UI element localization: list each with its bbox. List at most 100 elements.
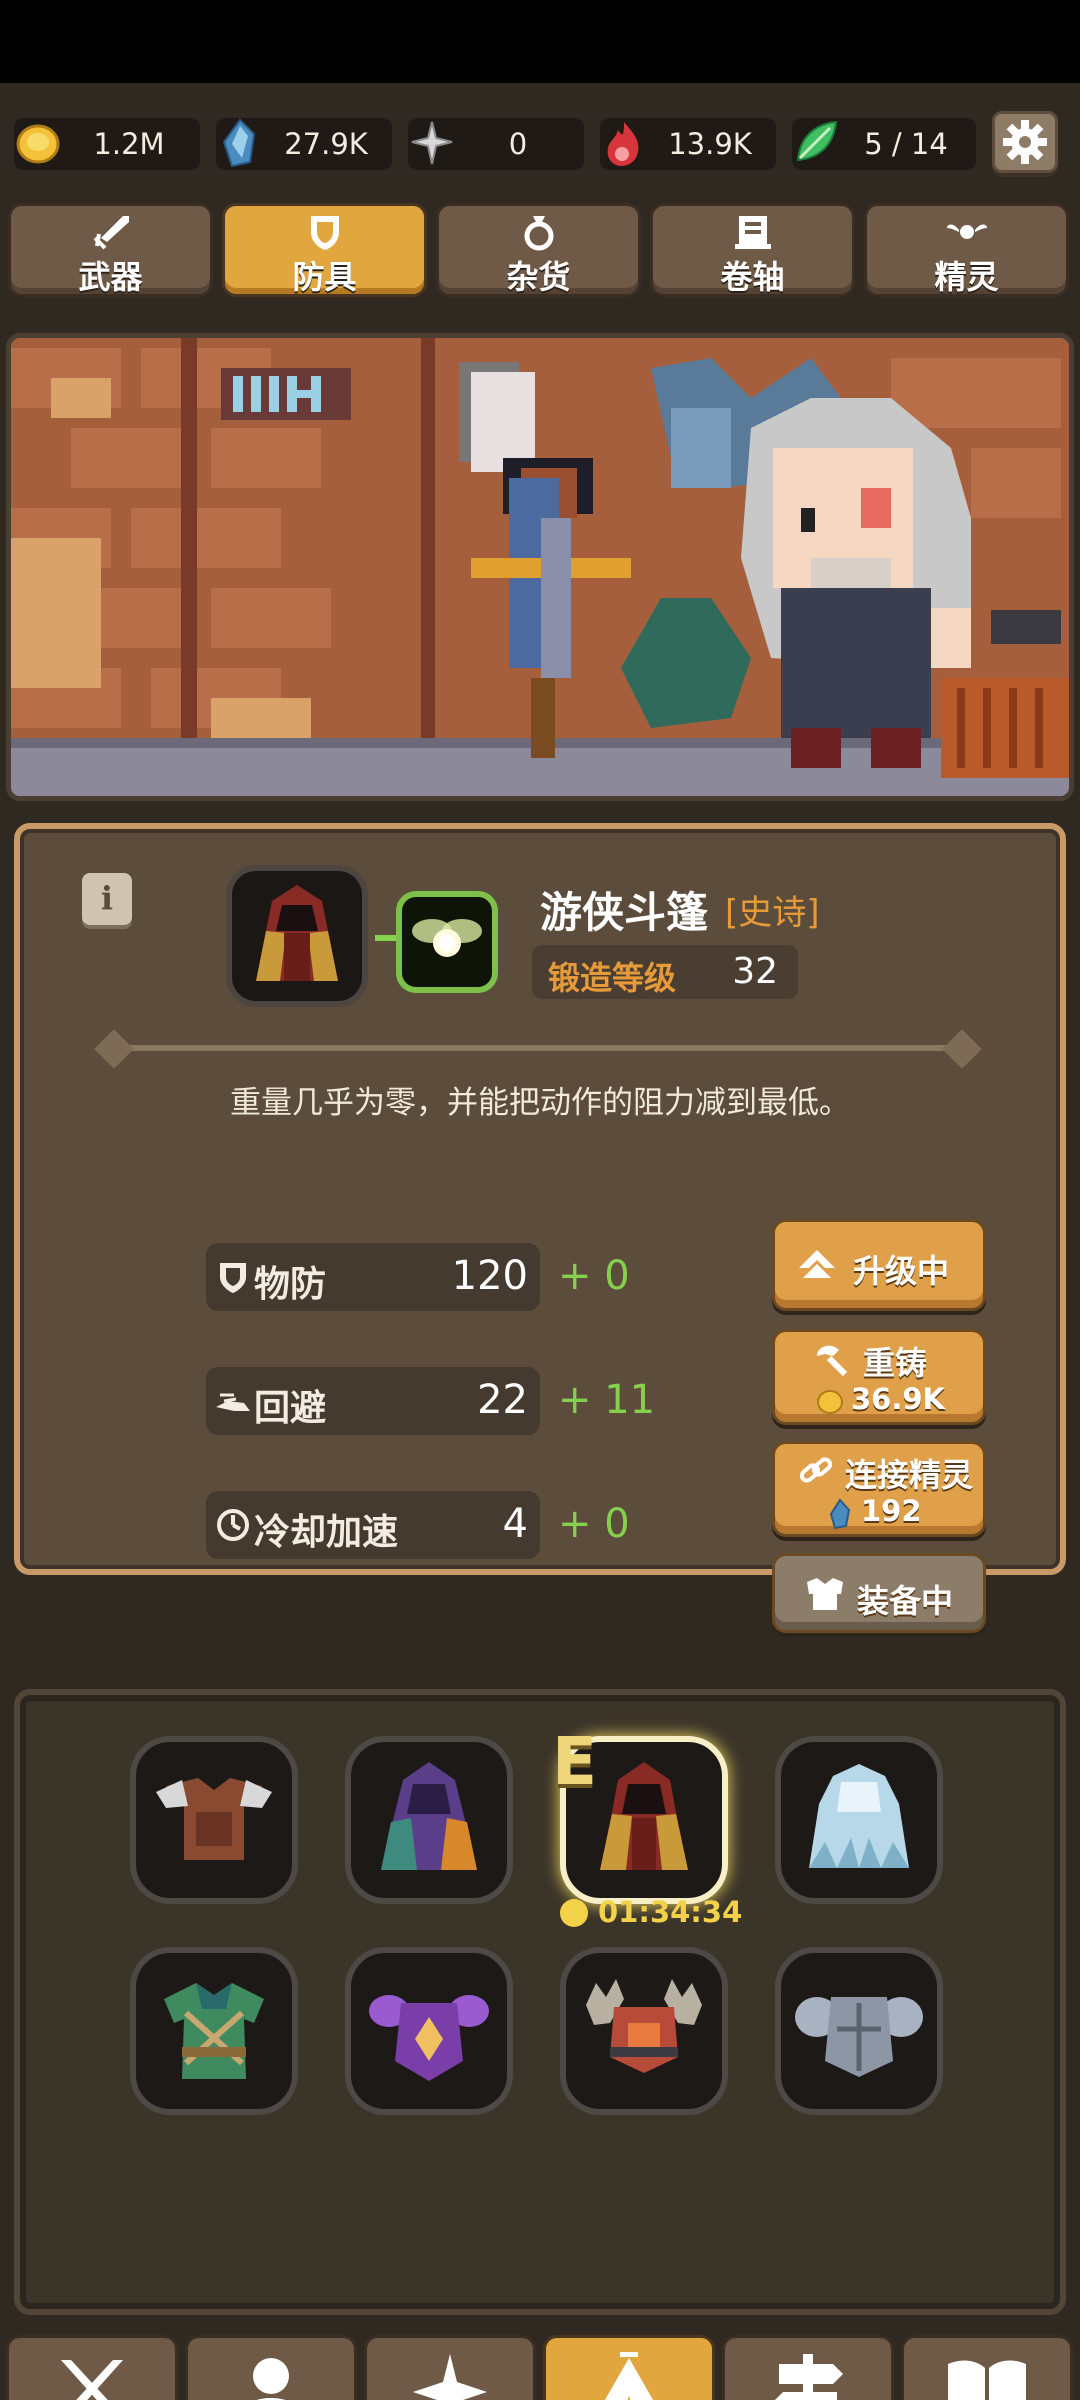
forge-level-value: 32 <box>732 951 778 992</box>
defense-shield-icon <box>220 1263 246 1293</box>
settings-button[interactable] <box>992 111 1058 173</box>
armor-chest-icon <box>807 1578 843 1610</box>
item-detail-panel: i 游侠斗篷 [史诗] 锻造等级 32 重量几乎为零，并能把动作的阻力减到最低。… <box>14 823 1066 1633</box>
craft-timer: 01:34:34 <box>560 1895 750 1931</box>
bottom-nav: 战斗 状态 成长 店铺 <box>0 2331 1080 2400</box>
stat-evasion: 回避 22 <box>206 1367 540 1435</box>
resource-bar: 1.2M 27.9K 0 13.9K 5 / 14 <box>0 98 1080 188</box>
resource-gem: 27.9K <box>216 118 392 170</box>
stat-defense-bonus: + 0 <box>558 1253 630 1299</box>
chain-link-icon <box>799 1457 833 1483</box>
blue-gem-icon <box>829 1498 851 1530</box>
inventory-slot-violet-plate[interactable] <box>345 1947 513 2115</box>
forge-level-label: 锻造等级 <box>548 959 677 997</box>
reforge-cost: 36.9K <box>851 1382 946 1416</box>
person-icon <box>253 2358 289 2400</box>
stat-evasion-label: 回避 <box>254 1388 327 1429</box>
book-icon <box>948 2360 1026 2400</box>
tab-armor[interactable]: 防具 <box>222 203 427 297</box>
stat-defense: 物防 120 <box>206 1243 540 1311</box>
divider <box>110 1045 962 1051</box>
equipped-marker: E <box>552 1723 598 1800</box>
divider-ornament-right <box>942 1029 982 1069</box>
steel-plate-icon <box>795 1997 923 2077</box>
reforge-button[interactable]: 重铸 36.9K <box>772 1329 986 1425</box>
app-root: 1.2M 27.9K 0 13.9K 5 / 14 武器 防具 杂货 卷轴 精灵… <box>0 83 1080 2400</box>
stat-defense-value: 120 <box>451 1253 528 1299</box>
nav-map[interactable]: 地图 <box>722 2335 894 2400</box>
tab-sundries-label: 杂货 <box>506 258 571 296</box>
green-tunic-icon <box>164 1983 264 2079</box>
craft-timer-value: 01:34:34 <box>598 1895 743 1929</box>
resource-fire: 13.9K <box>600 118 776 170</box>
tent-icon <box>604 2352 654 2400</box>
tab-sundries[interactable]: 杂货 <box>436 203 641 297</box>
spiked-armor-icon <box>586 1979 702 2073</box>
reforge-button-label: 重铸 <box>863 1344 928 1382</box>
nav-notes[interactable]: 笔记 <box>901 2335 1073 2400</box>
upgrade-button-label: 升级中 <box>853 1252 950 1290</box>
fairy-icon <box>946 224 987 239</box>
leather-armor-icon <box>156 1778 272 1860</box>
sparkle-icon <box>413 2354 487 2400</box>
ring-icon <box>524 216 553 251</box>
purple-cloak-icon <box>381 1762 477 1870</box>
link-spirit-button-label: 连接精灵 <box>845 1456 974 1494</box>
inventory-slot-ice-robe[interactable] <box>775 1736 943 1904</box>
sword-icon <box>93 216 129 250</box>
cooldown-icon <box>217 1509 249 1541</box>
resource-gold-value: 1.2M <box>93 127 165 161</box>
gold-coin-icon <box>817 1390 843 1414</box>
inventory-slot-green-tunic[interactable] <box>130 1947 298 2115</box>
gear-icon <box>1003 120 1047 164</box>
resource-shard-value: 0 <box>508 127 528 161</box>
tab-weapon-label: 武器 <box>78 258 143 296</box>
forge-level-box: 锻造等级 32 <box>532 945 798 999</box>
tab-scroll[interactable]: 卷轴 <box>650 203 855 297</box>
info-button[interactable]: i <box>82 873 132 925</box>
tab-spirit-label: 精灵 <box>934 258 999 296</box>
item-portrait <box>226 865 368 1007</box>
item-rarity: [史诗] <box>725 893 820 933</box>
stat-cooldown-value: 4 <box>502 1501 528 1547</box>
category-tabs: 武器 防具 杂货 卷轴 精灵 <box>0 203 1080 303</box>
stat-cooldown-label: 冷却加速 <box>254 1512 399 1553</box>
inventory-slot-leather-armor[interactable] <box>130 1736 298 1904</box>
link-spirit-button[interactable]: 连接精灵 192 <box>772 1441 986 1537</box>
stat-cooldown-bonus: + 0 <box>558 1501 630 1547</box>
stat-evasion-bonus: + 11 <box>558 1377 656 1423</box>
resource-gold: 1.2M <box>14 118 200 170</box>
stat-evasion-value: 22 <box>477 1377 528 1423</box>
violet-plate-icon <box>369 1995 489 2081</box>
nav-battle[interactable]: 战斗 <box>6 2335 178 2400</box>
resource-leaf: 5 / 14 <box>792 118 976 170</box>
shop-scene <box>6 333 1074 801</box>
inventory-slot-spiked-armor[interactable] <box>560 1947 728 2115</box>
tab-scroll-label: 卷轴 <box>720 258 785 296</box>
nav-growth[interactable]: 成长 <box>364 2335 536 2400</box>
stat-defense-label: 物防 <box>254 1264 327 1305</box>
inventory-slot-steel-plate[interactable] <box>775 1947 943 2115</box>
divider-ornament-left <box>94 1029 134 1069</box>
tab-weapon[interactable]: 武器 <box>8 203 213 297</box>
resource-shard: 0 <box>408 118 584 170</box>
fairy-spirit-icon <box>412 919 482 957</box>
resource-gem-value: 27.9K <box>284 127 368 161</box>
tab-spirit[interactable]: 精灵 <box>864 203 1069 297</box>
stopwatch-icon <box>560 1899 588 1927</box>
scroll-icon <box>734 216 771 249</box>
upgrade-button[interactable]: 升级中 <box>772 1219 986 1311</box>
spirit-slot[interactable] <box>396 891 498 993</box>
upgrade-arrow-icon <box>799 1250 835 1278</box>
tab-armor-label: 防具 <box>292 258 357 296</box>
hammer-icon <box>817 1345 848 1377</box>
signpost-icon <box>775 2354 843 2400</box>
nav-shop[interactable]: 店铺 <box>543 2335 715 2400</box>
equipped-button[interactable]: 装备中 <box>772 1553 986 1633</box>
link-spirit-cost: 192 <box>861 1494 922 1528</box>
resource-fire-value: 13.9K <box>668 127 752 161</box>
item-description: 重量几乎为零，并能把动作的阻力减到最低。 <box>230 1085 850 1121</box>
inventory-slot-purple-cloak[interactable] <box>345 1736 513 1904</box>
ranger-cloak-icon <box>256 885 338 981</box>
nav-status[interactable]: 状态 <box>185 2335 357 2400</box>
